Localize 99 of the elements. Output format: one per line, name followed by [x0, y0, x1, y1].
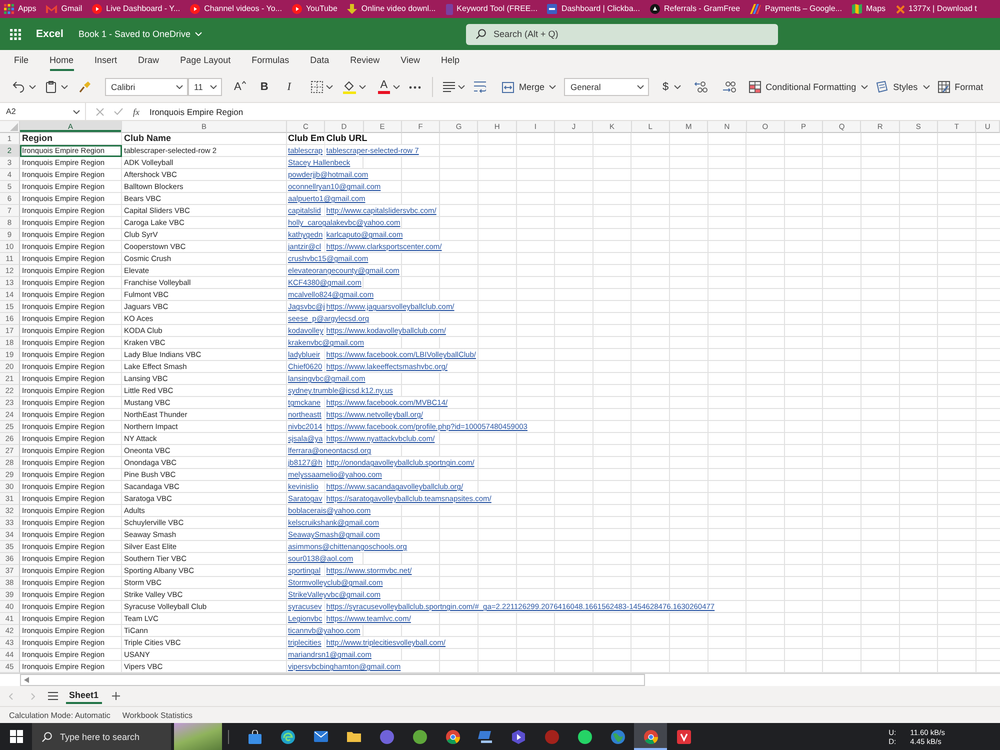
document-title-button[interactable]: Book 1 - Saved to OneDrive	[78, 29, 202, 39]
insert-function-button[interactable]: fx	[133, 106, 140, 116]
bookmark-link[interactable]: Referrals - GramFree	[650, 4, 740, 14]
table-grid-icon	[748, 81, 761, 93]
caret-up-icon	[242, 81, 246, 84]
chevron-down-icon[interactable]	[176, 85, 183, 89]
circle-icon	[650, 4, 660, 14]
sheet-cell[interactable]: Region	[20, 133, 122, 144]
chevron-down-icon[interactable]	[29, 85, 36, 89]
map-icon	[852, 4, 862, 14]
formula-input[interactable]: Ironquois Empire Region	[150, 106, 244, 116]
font-color-button[interactable]: A	[378, 80, 390, 94]
menu-icon[interactable]	[48, 692, 58, 700]
paintbrush-icon[interactable]	[79, 81, 91, 93]
bookmark-link[interactable]: YouTube	[292, 4, 338, 14]
menu-tab[interactable]: Data	[310, 55, 330, 71]
chevron-down-icon[interactable]	[922, 85, 930, 89]
fill-color-icon[interactable]	[342, 80, 356, 94]
chevron-down-icon[interactable]	[61, 85, 68, 89]
styles-button[interactable]: Styles	[876, 81, 930, 93]
borders-icon[interactable]	[310, 81, 323, 93]
status-item[interactable]: Calculation Mode: Automatic	[9, 710, 110, 720]
search-icon	[42, 732, 52, 742]
more-options-icon[interactable]	[408, 86, 421, 88]
search-field[interactable]: Search (Alt + Q)	[466, 24, 778, 44]
clipboard-icon[interactable]	[46, 81, 56, 93]
app-launcher-icon[interactable]	[10, 28, 21, 40]
play-icon	[292, 4, 302, 14]
number-format-dropdown[interactable]: General	[564, 78, 650, 96]
bookmark-link[interactable]: Dashboard | Clickba...	[547, 4, 640, 14]
apps-grid-icon	[4, 4, 14, 14]
chevron-down-icon[interactable]	[458, 85, 465, 89]
play-icon	[92, 4, 102, 14]
windows-logo-icon[interactable]	[10, 730, 23, 743]
bookmark-link[interactable]: 1377x | Download t	[896, 4, 977, 14]
font-size-dropdown[interactable]: 11	[188, 78, 222, 96]
chevron-down-icon[interactable]	[210, 85, 217, 89]
bookmark-link[interactable]: Payments – Google...	[750, 4, 842, 14]
menu-tab[interactable]: Help	[441, 55, 460, 71]
menu-tab[interactable]: Insert	[94, 55, 118, 71]
mail-icon	[46, 5, 58, 13]
square-icon	[547, 4, 558, 14]
taskbar-search-field[interactable]: Type here to search	[32, 723, 171, 750]
font-name-dropdown[interactable]: Calibri	[105, 78, 188, 96]
chevron-down-icon[interactable]	[637, 85, 644, 89]
styles-icon	[876, 81, 888, 93]
italic-button[interactable]: I	[287, 81, 291, 93]
stripes-icon	[750, 4, 762, 14]
play-icon	[190, 4, 200, 14]
chevron-down-icon[interactable]	[358, 85, 366, 89]
column-title: Club Em	[287, 133, 326, 144]
column-title: Club URL	[325, 133, 368, 144]
wrap-text-icon[interactable]	[474, 81, 486, 93]
merge-icon	[502, 82, 514, 92]
check-icon[interactable]	[114, 108, 123, 115]
triangle-icon	[10, 123, 18, 131]
download-arrow-icon	[347, 4, 358, 14]
add-icon[interactable]	[112, 692, 120, 700]
table-grid-icon	[938, 81, 950, 93]
format-button[interactable]: Format	[938, 81, 984, 93]
chevron-down-icon[interactable]	[674, 85, 681, 89]
taskbar-app-button[interactable]	[634, 723, 667, 750]
decrease-decimal-icon[interactable]	[722, 81, 736, 93]
bookmark-link[interactable]: Gmail	[46, 4, 82, 14]
menu-tab[interactable]: Draw	[138, 55, 160, 71]
increase-decimal-icon[interactable]	[694, 81, 708, 93]
conditional-formatting-button[interactable]: Conditional Formatting	[748, 81, 868, 93]
menu-tab[interactable]: Page Layout	[180, 55, 231, 71]
currency-button[interactable]: $	[662, 81, 669, 93]
bookmark-link[interactable]: Live Dashboard - Y...	[92, 4, 180, 14]
chevron-down-icon[interactable]	[73, 110, 80, 114]
status-item[interactable]: Workbook Statistics	[122, 710, 192, 720]
cross-icon	[896, 4, 905, 14]
horizontal-scrollbar[interactable]	[20, 674, 645, 686]
bookmark-link[interactable]: Apps	[4, 4, 36, 14]
merge-button[interactable]: Merge	[502, 82, 556, 92]
sheet-cell[interactable]: Club Name	[122, 133, 287, 144]
app-name: Excel	[36, 28, 64, 40]
bookmark-link[interactable]: Online video downl...	[347, 4, 436, 14]
name-box[interactable]: A2	[0, 103, 86, 120]
chevron-down-icon[interactable]	[549, 85, 556, 89]
align-icon[interactable]	[442, 82, 455, 92]
undo-icon[interactable]	[12, 81, 25, 93]
menu-tab[interactable]: Formulas	[252, 55, 290, 71]
increase-font-size-button[interactable]: A	[234, 81, 246, 93]
chevron-down-icon[interactable]	[392, 85, 400, 89]
menu-tab[interactable]: Review	[350, 55, 380, 71]
bookmark-link[interactable]: Maps	[852, 4, 886, 14]
menu-tab[interactable]: File	[14, 55, 29, 71]
bold-button[interactable]: B	[260, 81, 268, 93]
bookmark-link[interactable]: Keyword Tool (FREE...	[446, 4, 538, 14]
chevron-down-icon[interactable]	[861, 85, 868, 89]
bookmark-link[interactable]: Channel videos - Yo...	[190, 4, 282, 14]
tile-icon	[446, 4, 453, 14]
sheet-tab[interactable]: Sheet1	[66, 688, 102, 704]
chevron-down-icon[interactable]	[326, 85, 333, 89]
menu-tab[interactable]: View	[400, 55, 420, 71]
scroll-left-icon[interactable]	[24, 677, 29, 683]
search-icon	[476, 29, 486, 39]
